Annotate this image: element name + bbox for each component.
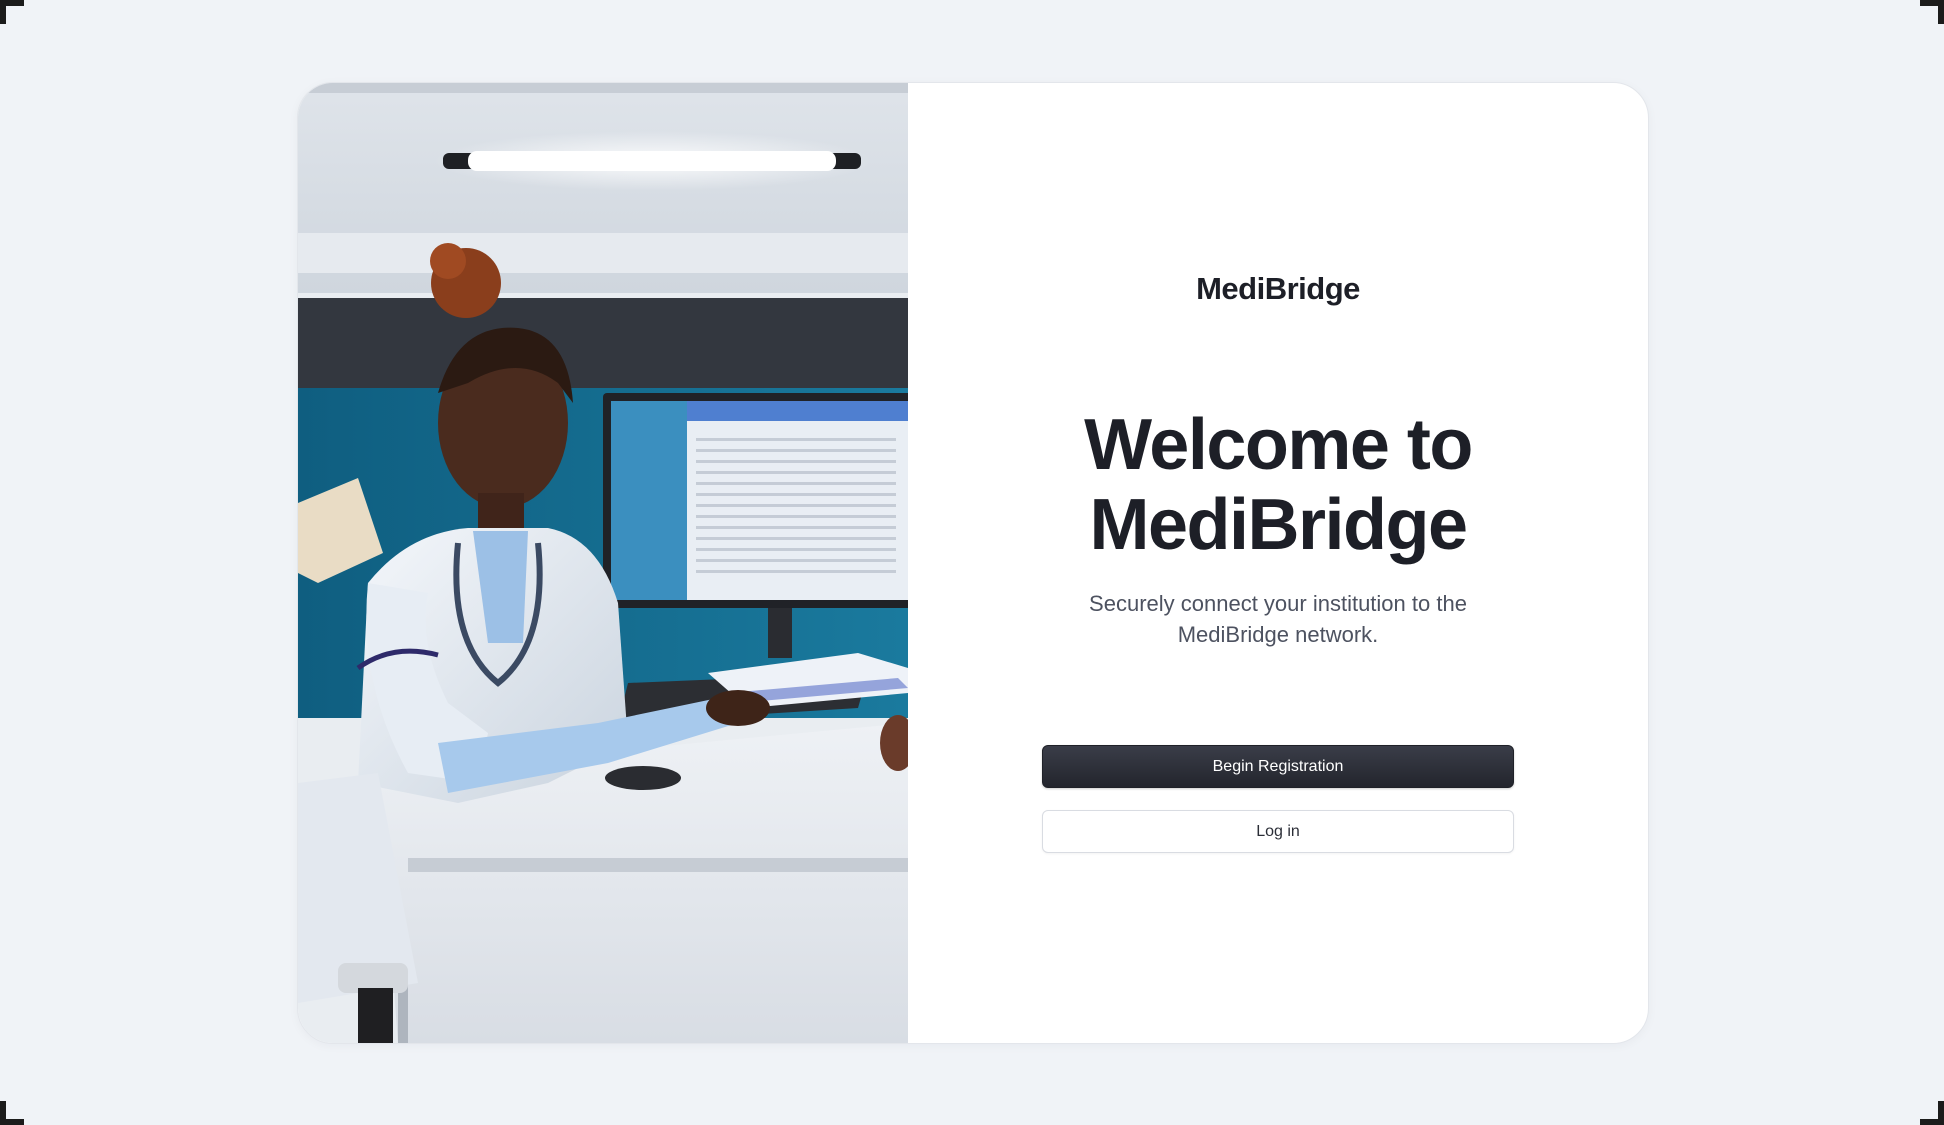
welcome-card: MediBridge Welcome to MediBridge Securel… xyxy=(297,82,1649,1044)
log-in-button[interactable]: Log in xyxy=(1042,810,1514,853)
page-title-line-2: MediBridge xyxy=(1089,485,1468,565)
welcome-content: MediBridge Welcome to MediBridge Securel… xyxy=(908,83,1648,1043)
page-title-line-1: Welcome to xyxy=(1084,405,1473,485)
brand-logo: MediBridge xyxy=(1196,271,1360,306)
begin-registration-button[interactable]: Begin Registration xyxy=(1042,745,1514,788)
corner-mark-bottom-left xyxy=(0,1101,24,1125)
page-subtitle: Securely connect your institution to the… xyxy=(1089,591,1467,647)
corner-mark-top-right xyxy=(1920,0,1944,24)
corner-mark-bottom-right xyxy=(1920,1101,1944,1125)
page-title: Welcome to MediBridge xyxy=(908,405,1648,565)
hero-photo xyxy=(298,83,908,1043)
corner-mark-top-left xyxy=(0,0,24,24)
